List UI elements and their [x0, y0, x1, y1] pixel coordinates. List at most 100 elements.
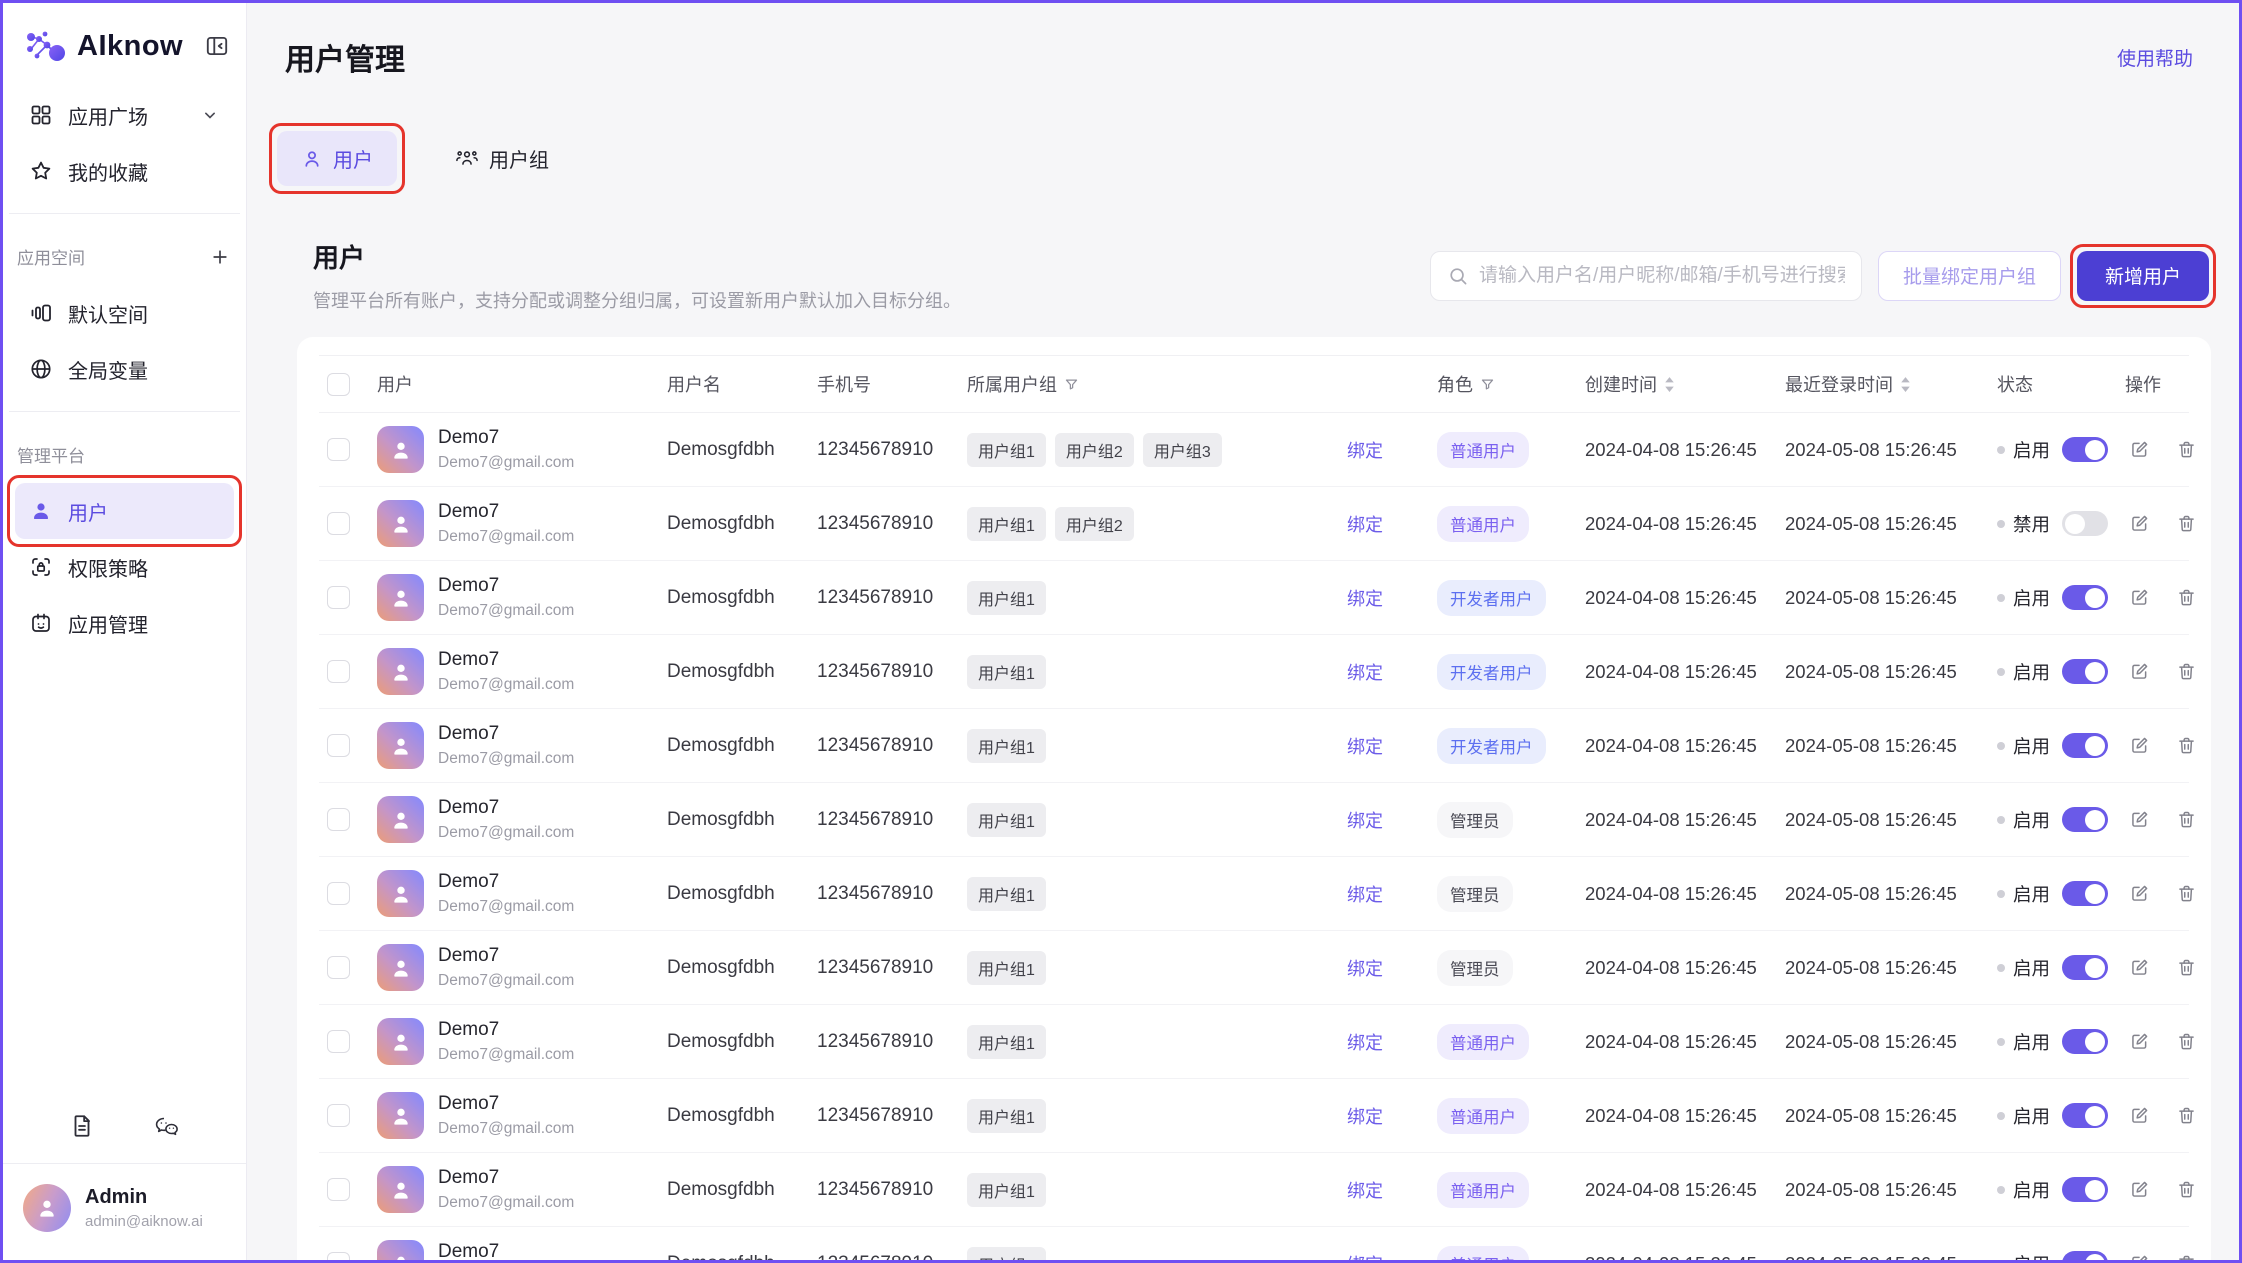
bind-link[interactable]: 绑定 [1347, 511, 1437, 537]
sort-icon[interactable] [1900, 376, 1911, 393]
row-checkbox[interactable] [327, 512, 350, 535]
sidebar-item-users[interactable]: 用户 [15, 483, 234, 539]
document-icon[interactable] [69, 1113, 95, 1139]
delete-icon[interactable] [2176, 513, 2197, 534]
sidebar-item-global-vars[interactable]: 全局变量 [15, 341, 234, 397]
edit-icon[interactable] [2129, 957, 2150, 978]
delete-icon[interactable] [2176, 587, 2197, 608]
bind-link[interactable]: 绑定 [1347, 659, 1437, 685]
sort-icon[interactable] [1664, 376, 1675, 393]
delete-icon[interactable] [2176, 883, 2197, 904]
edit-icon[interactable] [2129, 735, 2150, 756]
row-checkbox[interactable] [327, 1030, 350, 1053]
bind-link[interactable]: 绑定 [1347, 807, 1437, 833]
toggle-knob [2085, 662, 2105, 682]
edit-icon[interactable] [2129, 1253, 2150, 1260]
status-toggle[interactable] [2062, 1251, 2108, 1260]
status-toggle[interactable] [2062, 1029, 2108, 1054]
bind-link[interactable]: 绑定 [1347, 1251, 1437, 1261]
row-checkbox[interactable] [327, 1252, 350, 1260]
search-input[interactable] [1479, 265, 1845, 287]
status-toggle[interactable] [2062, 1103, 2108, 1128]
delete-icon[interactable] [2176, 1253, 2197, 1260]
delete-icon[interactable] [2176, 661, 2197, 682]
status-toggle[interactable] [2062, 733, 2108, 758]
edit-icon[interactable] [2129, 587, 2150, 608]
status-toggle[interactable] [2062, 1177, 2108, 1202]
bind-link[interactable]: 绑定 [1347, 1103, 1437, 1129]
sidebar-item-app-market[interactable]: 应用广场 [15, 87, 234, 143]
sidebar-item-app-manage[interactable]: 应用管理 [15, 595, 234, 651]
edit-icon[interactable] [2129, 809, 2150, 830]
delete-icon[interactable] [2176, 1031, 2197, 1052]
bind-link[interactable]: 绑定 [1347, 585, 1437, 611]
row-checkbox[interactable] [327, 660, 350, 683]
status-toggle[interactable] [2062, 585, 2108, 610]
filter-icon[interactable] [1480, 377, 1495, 392]
sidebar-section-admin: 管理平台 [3, 426, 246, 477]
add-space-icon[interactable] [210, 247, 230, 267]
bind-link[interactable]: 绑定 [1347, 733, 1437, 759]
bind-link[interactable]: 绑定 [1347, 955, 1437, 981]
status-toggle[interactable] [2062, 511, 2108, 536]
delete-icon[interactable] [2176, 1179, 2197, 1200]
avatar [377, 648, 424, 695]
tab-users[interactable]: 用户 [277, 131, 397, 186]
wechat-icon[interactable] [153, 1113, 181, 1139]
row-checkbox[interactable] [327, 1104, 350, 1127]
role-badge: 普通用户 [1437, 1098, 1529, 1134]
bind-link[interactable]: 绑定 [1347, 881, 1437, 907]
delete-icon[interactable] [2176, 735, 2197, 756]
status-toggle[interactable] [2062, 807, 2108, 832]
user-identity: Demo7 Demo7@gmail.com [438, 1241, 574, 1260]
table-row: Demo7 Demo7@gmail.com Demosgfdbh 1234567… [319, 635, 2189, 709]
group-pill: 用户组2 [1055, 507, 1134, 541]
sidebar-item-favorites[interactable]: 我的收藏 [15, 143, 234, 199]
delete-icon[interactable] [2176, 1105, 2197, 1126]
row-checkbox[interactable] [327, 734, 350, 757]
bind-link[interactable]: 绑定 [1347, 437, 1437, 463]
group-pill: 用户组1 [967, 951, 1046, 985]
chevron-down-icon[interactable] [200, 105, 220, 125]
delete-icon[interactable] [2176, 439, 2197, 460]
filter-icon[interactable] [1064, 377, 1079, 392]
status-label: 启用 [2013, 659, 2050, 685]
sidebar-item-default-space[interactable]: 默认空间 [15, 285, 234, 341]
row-checkbox[interactable] [327, 956, 350, 979]
edit-icon[interactable] [2129, 661, 2150, 682]
delete-icon[interactable] [2176, 957, 2197, 978]
bind-link[interactable]: 绑定 [1347, 1177, 1437, 1203]
select-all-checkbox[interactable] [327, 373, 350, 396]
user-email: Demo7@gmail.com [438, 528, 574, 546]
help-link[interactable]: 使用帮助 [2117, 44, 2193, 71]
sidebar-item-permissions[interactable]: 权限策略 [15, 539, 234, 595]
edit-icon[interactable] [2129, 1031, 2150, 1052]
status-toggle[interactable] [2062, 955, 2108, 980]
status-label: 启用 [2013, 1103, 2050, 1129]
row-checkbox[interactable] [327, 882, 350, 905]
tab-user-groups[interactable]: 用户组 [431, 131, 573, 186]
edit-icon[interactable] [2129, 439, 2150, 460]
edit-icon[interactable] [2129, 1179, 2150, 1200]
delete-icon[interactable] [2176, 809, 2197, 830]
row-checkbox[interactable] [327, 438, 350, 461]
status-toggle[interactable] [2062, 881, 2108, 906]
row-checkbox[interactable] [327, 586, 350, 609]
edit-icon[interactable] [2129, 883, 2150, 904]
row-checkbox[interactable] [327, 808, 350, 831]
edit-icon[interactable] [2129, 513, 2150, 534]
table-row: Demo7 Demo7@gmail.com Demosgfdbh 1234567… [319, 1005, 2189, 1079]
collapse-sidebar-icon[interactable] [204, 33, 230, 59]
batch-bind-button[interactable]: 批量绑定用户组 [1878, 251, 2061, 301]
last-login-cell: 2024-05-08 15:26:45 [1785, 1253, 1997, 1261]
table-row: Demo7 Demo7@gmail.com Demosgfdbh 1234567… [319, 783, 2189, 857]
bind-link[interactable]: 绑定 [1347, 1029, 1437, 1055]
account-menu[interactable]: Admin admin@aiknow.ai [3, 1163, 246, 1260]
section-title: 用户 [313, 238, 961, 275]
status-toggle[interactable] [2062, 659, 2108, 684]
star-icon [29, 159, 53, 183]
edit-icon[interactable] [2129, 1105, 2150, 1126]
row-checkbox[interactable] [327, 1178, 350, 1201]
add-user-button[interactable]: 新增用户 [2077, 251, 2209, 301]
status-toggle[interactable] [2062, 437, 2108, 462]
